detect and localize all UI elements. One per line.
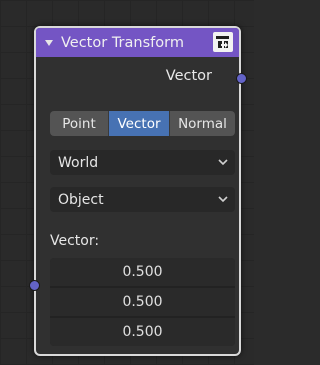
preview-toggle-icon[interactable] (213, 32, 233, 52)
output-vector-socket[interactable] (236, 73, 247, 84)
vector-y-field[interactable]: 0.500 (50, 288, 235, 316)
convert-to-value: Object (58, 191, 104, 208)
chevron-down-icon (218, 196, 228, 203)
convert-from-value: World (58, 154, 99, 171)
node-header[interactable]: Vector Transform (36, 28, 239, 57)
input-vector-label: Vector: (50, 233, 100, 249)
output-socket-label: Vector (165, 68, 212, 84)
convert-to-dropdown[interactable]: Object (50, 187, 235, 212)
type-vector-button[interactable]: Vector (109, 111, 170, 136)
input-vector-socket[interactable] (29, 280, 40, 291)
vector-transform-node[interactable]: Vector Transform Vector Point Vector Nor… (29, 26, 247, 356)
type-point-button[interactable]: Point (50, 111, 109, 136)
vector-type-selector: Point Vector Normal (50, 111, 235, 136)
vector-x-field[interactable]: 0.500 (50, 258, 235, 286)
vector-input-fields: 0.500 0.500 0.500 (50, 258, 235, 346)
type-normal-button[interactable]: Normal (170, 111, 235, 136)
node-title: Vector Transform (61, 34, 184, 51)
collapse-triangle-icon[interactable] (45, 40, 53, 46)
convert-from-dropdown[interactable]: World (50, 150, 235, 175)
vector-z-field[interactable]: 0.500 (50, 318, 235, 346)
chevron-down-icon (218, 159, 228, 166)
node-editor-canvas[interactable]: Vector Transform Vector Point Vector Nor… (0, 0, 254, 365)
